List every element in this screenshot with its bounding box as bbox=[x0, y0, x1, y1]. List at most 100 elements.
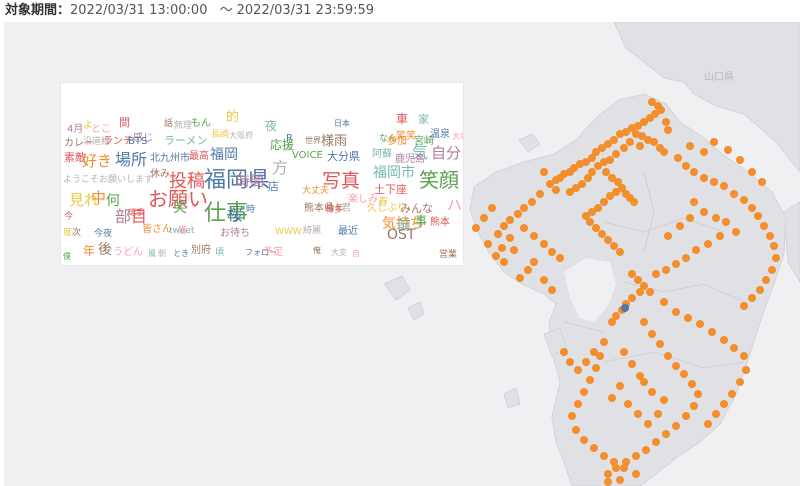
tweet-point[interactable] bbox=[664, 126, 672, 134]
tweet-point[interactable] bbox=[762, 276, 770, 284]
tweet-point[interactable] bbox=[736, 156, 744, 164]
tweet-point[interactable] bbox=[480, 214, 488, 222]
tweet-point[interactable] bbox=[690, 168, 698, 176]
tweet-point[interactable] bbox=[636, 142, 644, 150]
tweet-point[interactable] bbox=[634, 410, 642, 418]
tweet-point[interactable] bbox=[640, 318, 648, 326]
tweet-point[interactable] bbox=[720, 336, 728, 344]
tweet-point[interactable] bbox=[732, 228, 740, 236]
tweet-point[interactable] bbox=[600, 198, 608, 206]
tweet-point[interactable] bbox=[684, 314, 692, 322]
tweet-point[interactable] bbox=[620, 144, 628, 152]
tweet-point[interactable] bbox=[628, 294, 636, 302]
tweet-point[interactable] bbox=[604, 236, 612, 244]
tweet-point[interactable] bbox=[556, 254, 564, 262]
tweet-point[interactable] bbox=[662, 266, 670, 274]
tweet-point[interactable] bbox=[580, 388, 588, 396]
selected-tweet-point[interactable] bbox=[621, 304, 629, 312]
tweet-point[interactable] bbox=[736, 378, 744, 386]
tweet-point[interactable] bbox=[664, 232, 672, 240]
tweet-point[interactable] bbox=[530, 258, 538, 266]
tweet-point[interactable] bbox=[608, 394, 616, 402]
tweet-point[interactable] bbox=[580, 436, 588, 444]
tweet-point[interactable] bbox=[530, 232, 538, 240]
tweet-point[interactable] bbox=[650, 138, 658, 146]
tweet-point[interactable] bbox=[700, 208, 708, 216]
tweet-point[interactable] bbox=[766, 232, 774, 240]
tweet-point[interactable] bbox=[632, 470, 640, 478]
tweet-point[interactable] bbox=[688, 380, 696, 388]
map-view[interactable]: 山口県 4月よとこ間話無理 もん的夜日本車家カレー 沿道線 ランチ 感じ 長崎 大阪府 R 世界… bbox=[4, 22, 800, 486]
tweet-point[interactable] bbox=[758, 178, 766, 186]
tweet-point[interactable] bbox=[740, 302, 748, 310]
tweet-point[interactable] bbox=[700, 148, 708, 156]
tweet-point[interactable] bbox=[592, 364, 600, 372]
tweet-point[interactable] bbox=[682, 412, 690, 420]
tweet-point[interactable] bbox=[506, 234, 514, 242]
tweet-point[interactable] bbox=[712, 410, 720, 418]
tweet-point[interactable] bbox=[710, 178, 718, 186]
tweet-point[interactable] bbox=[632, 452, 640, 460]
tweet-point[interactable] bbox=[492, 252, 500, 260]
tweet-point[interactable] bbox=[680, 370, 688, 378]
tweet-point[interactable] bbox=[700, 174, 708, 182]
tweet-point[interactable] bbox=[672, 422, 680, 430]
tweet-point[interactable] bbox=[520, 204, 528, 212]
tweet-point[interactable] bbox=[574, 400, 582, 408]
tweet-point[interactable] bbox=[642, 446, 650, 454]
tweet-point[interactable] bbox=[754, 212, 762, 220]
tweet-point[interactable] bbox=[682, 254, 690, 262]
tweet-point[interactable] bbox=[740, 196, 748, 204]
tweet-point[interactable] bbox=[606, 192, 614, 200]
tweet-point[interactable] bbox=[690, 402, 698, 410]
tweet-point[interactable] bbox=[528, 198, 536, 206]
tweet-point[interactable] bbox=[720, 182, 728, 190]
tweet-point[interactable] bbox=[498, 244, 506, 252]
tweet-point[interactable] bbox=[716, 232, 724, 240]
tweet-point[interactable] bbox=[506, 216, 514, 224]
tweet-point[interactable] bbox=[662, 118, 670, 126]
tweet-point[interactable] bbox=[748, 168, 756, 176]
tweet-point[interactable] bbox=[692, 246, 700, 254]
tweet-point[interactable] bbox=[566, 358, 574, 366]
tweet-point[interactable] bbox=[748, 204, 756, 212]
tweet-point[interactable] bbox=[660, 396, 668, 404]
tweet-point[interactable] bbox=[566, 188, 574, 196]
tweet-point[interactable] bbox=[520, 224, 528, 232]
tweet-point[interactable] bbox=[516, 274, 524, 282]
tweet-point[interactable] bbox=[682, 162, 690, 170]
tweet-point[interactable] bbox=[616, 248, 624, 256]
tweet-point[interactable] bbox=[616, 130, 624, 138]
tweet-point[interactable] bbox=[546, 180, 554, 188]
tweet-point[interactable] bbox=[654, 410, 662, 418]
tweet-point[interactable] bbox=[610, 242, 618, 250]
tweet-point[interactable] bbox=[720, 400, 728, 408]
tweet-point[interactable] bbox=[628, 360, 636, 368]
tweet-point[interactable] bbox=[648, 388, 656, 396]
tweet-point[interactable] bbox=[672, 260, 680, 268]
tweet-point[interactable] bbox=[748, 294, 756, 302]
tweet-point[interactable] bbox=[540, 276, 548, 284]
tweet-point[interactable] bbox=[628, 270, 636, 278]
tweet-point[interactable] bbox=[594, 162, 602, 170]
tweet-point[interactable] bbox=[772, 254, 780, 262]
tweet-point[interactable] bbox=[586, 218, 594, 226]
tweet-point[interactable] bbox=[722, 218, 730, 226]
tweet-point[interactable] bbox=[574, 366, 582, 374]
tweet-point[interactable] bbox=[690, 198, 698, 206]
tweet-point[interactable] bbox=[568, 412, 576, 420]
tweet-point[interactable] bbox=[548, 248, 556, 256]
tweet-point[interactable] bbox=[612, 150, 620, 158]
tweet-point[interactable] bbox=[602, 168, 610, 176]
tweet-point[interactable] bbox=[484, 240, 492, 248]
tweet-point[interactable] bbox=[510, 246, 518, 254]
tweet-point[interactable] bbox=[616, 476, 624, 484]
tweet-point[interactable] bbox=[756, 286, 764, 294]
tweet-point[interactable] bbox=[616, 382, 624, 390]
tweet-point[interactable] bbox=[648, 330, 656, 338]
tweet-point[interactable] bbox=[674, 154, 682, 162]
tweet-point[interactable] bbox=[560, 348, 568, 356]
tweet-point[interactable] bbox=[634, 276, 642, 284]
tweet-point[interactable] bbox=[770, 242, 778, 250]
tweet-point[interactable] bbox=[524, 266, 532, 274]
